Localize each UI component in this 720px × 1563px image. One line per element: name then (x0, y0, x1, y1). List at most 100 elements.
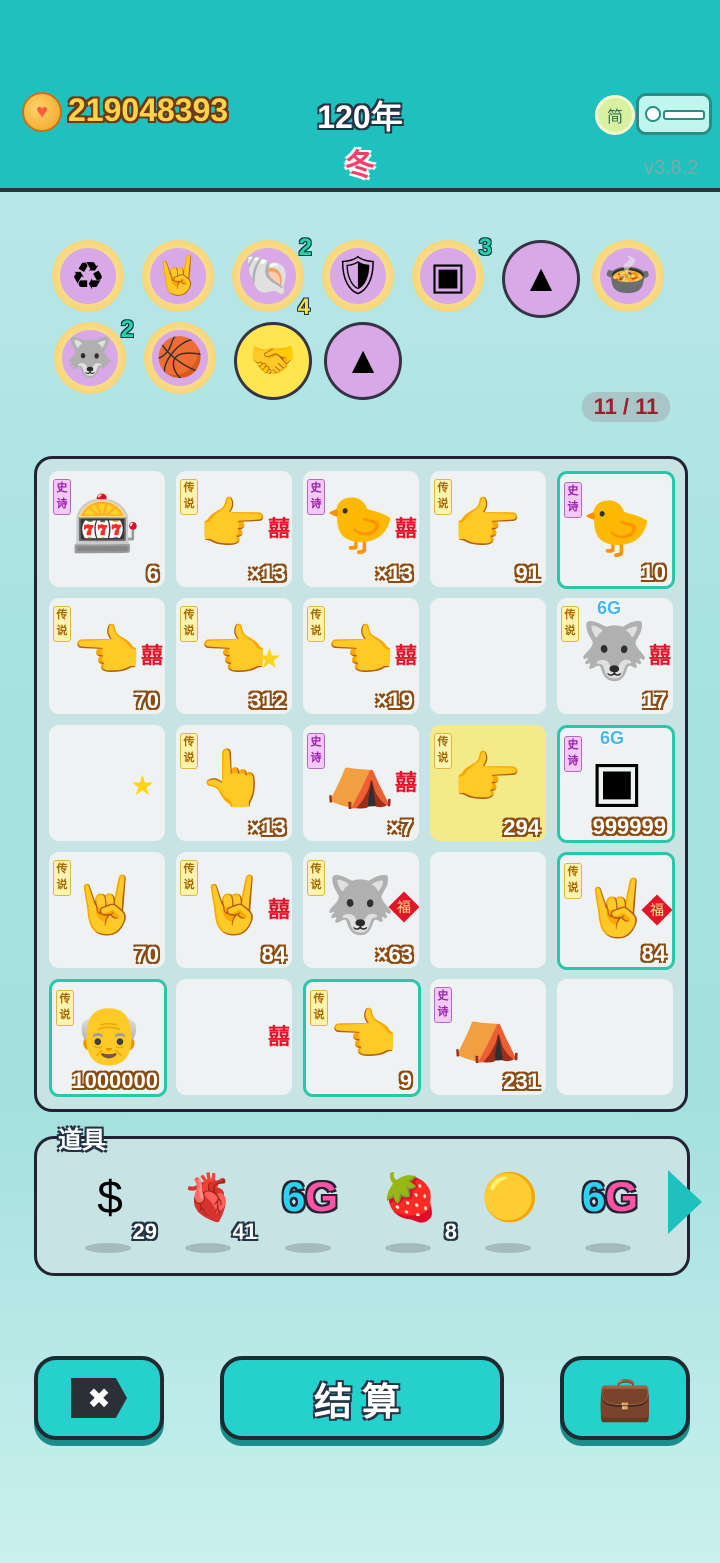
bunny-tent-icon: ⛺ (325, 746, 395, 809)
badge-recycle-icon[interactable]: ♻ (52, 240, 124, 312)
heart-coin-icon: ♥ (22, 92, 62, 132)
item-quantity: 41 (232, 1219, 257, 1244)
double-happiness-mark: 囍 (267, 516, 290, 541)
cell-value: 70 (134, 688, 159, 713)
language-button[interactable]: 简 (595, 95, 635, 135)
bald-man-icon: 👴 (74, 1003, 144, 1066)
rarity-tag: 传说 (180, 860, 198, 896)
6g-g: G (605, 1173, 639, 1220)
cell-value: 84 (641, 941, 666, 966)
basketballs-icon: 🏀 (152, 330, 208, 386)
board-cell[interactable]: 传说 👉 294 (430, 725, 546, 841)
cell-value: 10 (641, 560, 666, 585)
pointing-hand-icon: 👈 (328, 1003, 398, 1066)
items-panel: $29 🫀 41 6G 🍓 8 🟡 6G (34, 1136, 690, 1276)
liver-icon: 🫀 (181, 1171, 239, 1223)
badge-shield-wrench-icon[interactable]: 🛡 (322, 240, 394, 312)
badge-husky-icon[interactable]: 🐺 2 (54, 316, 134, 394)
bowls-icon: 🍲 (600, 248, 656, 304)
badge-bowls-icon[interactable]: 🍲 (592, 240, 664, 312)
rarity-tag: 传说 (180, 479, 198, 515)
settings-toggle[interactable] (636, 93, 712, 135)
item-slot[interactable]: $29 (73, 1167, 157, 1253)
item-quantity: 29 (132, 1219, 157, 1244)
pointing-hand-icon: 👈 (325, 619, 395, 682)
badge-shell-icon[interactable]: 🐚 2 4 (232, 234, 312, 319)
board-cell[interactable]: 传说 👈 囍 ×19 (303, 598, 419, 714)
badge-handshake-icon[interactable]: 🤝 (234, 322, 312, 400)
pointing-hand-icon: 👉 (452, 492, 522, 555)
item-slot[interactable]: 6G (273, 1167, 347, 1253)
board-cell[interactable]: 传说 👆 ×13 (176, 725, 292, 841)
6g-six: 6 (281, 1173, 306, 1220)
board-cell[interactable]: 传说 🤘 70 (49, 852, 165, 968)
board-cell[interactable]: 传说 👉 囍 ×13 (176, 471, 292, 587)
board-cell[interactable]: 传说 🤘 囍 84 (176, 852, 292, 968)
item-shadow (385, 1243, 431, 1253)
pointing-hand-icon: 👆 (198, 746, 268, 809)
cell-value: 91 (515, 561, 540, 586)
6g-icon: 6G (273, 1167, 347, 1227)
skirt-icon-2: ▲ (344, 339, 382, 382)
items-label: 道具 (58, 1127, 106, 1154)
item-slot[interactable]: 🫀 41 (173, 1167, 257, 1253)
board-cell[interactable]: 史诗 ⛺ 囍 ×7 (303, 725, 419, 841)
board-cell[interactable]: 传说 👉 91 (430, 471, 546, 587)
item-slot[interactable]: 🟡 (473, 1167, 547, 1253)
briefcase-icon: 💼 (597, 1374, 653, 1423)
cell-value: 9 (399, 1068, 412, 1093)
board-cell[interactable]: 传说 🤘 福 84 (557, 852, 675, 970)
grey-hair-chick-icon: 🐤 (582, 495, 652, 558)
bunny-tent-icon: ⛺ (452, 1000, 522, 1063)
board-cell[interactable]: 囍 (176, 979, 292, 1095)
gacha-machine-icon: 🎰 (71, 492, 141, 555)
bag-button[interactable]: 💼 (560, 1356, 690, 1440)
badge-skirt-icon-2[interactable]: ▲ (324, 322, 402, 400)
double-happiness-mark: 囍 (140, 643, 163, 668)
double-happiness-mark: 囍 (394, 643, 417, 668)
badge-skirt-icon[interactable]: ▲ (502, 240, 580, 318)
board-cell[interactable]: 传说 👴 1000000 (49, 979, 167, 1097)
pointing-hand-icon: 👉 (198, 492, 268, 555)
rarity-tag: 传说 (434, 479, 452, 515)
item-slot[interactable]: 6G (573, 1167, 647, 1253)
board-cell[interactable]: 传说 👈 囍 70 (49, 598, 165, 714)
next-arrow-icon[interactable] (668, 1170, 702, 1234)
board-cell[interactable]: 史诗 🎰 6 (49, 471, 165, 587)
badge-count: 3 (478, 234, 492, 261)
6g-g: G (305, 1173, 339, 1220)
rarity-tag: 史诗 (564, 482, 582, 518)
board-cell[interactable] (430, 852, 546, 968)
rarity-tag: 史诗 (564, 736, 582, 772)
cell-value: ×19 (375, 688, 413, 713)
badge-chip-icon[interactable]: ▣ 3 (412, 234, 492, 312)
board-cell[interactable]: 史诗 ⛺ 231 (430, 979, 546, 1095)
pointing-hand-icon: 👉 (452, 746, 522, 809)
double-happiness-mark: 囍 (648, 643, 671, 668)
board-cell[interactable]: 传说 6G 🐺 囍 17 (557, 598, 673, 714)
fu-text: 福 (650, 902, 664, 918)
close-button[interactable]: ✖ (34, 1356, 164, 1440)
cell-value: ×63 (375, 942, 413, 967)
cell-value: 999999 (592, 814, 666, 839)
board-cell[interactable] (557, 979, 673, 1095)
board-cell[interactable]: ★ (49, 725, 165, 841)
badge-rock-hand-icon[interactable]: 🤘 (142, 240, 214, 312)
board-cell[interactable]: 史诗 🐤 10 (557, 471, 675, 589)
item-shadow (485, 1243, 531, 1253)
rarity-tag: 传说 (307, 606, 325, 642)
board-cell[interactable]: 史诗 6G ▣ 999999 (557, 725, 675, 843)
cell-value: 17 (642, 688, 667, 713)
board-cell[interactable]: 传说 👈 ★ 312 (176, 598, 292, 714)
settle-button[interactable]: 结算 (220, 1356, 504, 1440)
board-cell[interactable]: 传说 🐺 福 ×63 (303, 852, 419, 968)
board-cell[interactable] (430, 598, 546, 714)
board-cell[interactable]: 史诗 🐤 囍 ×13 (303, 471, 419, 587)
item-slot[interactable]: 🍓 8 (373, 1167, 457, 1253)
badge-basketballs-icon[interactable]: 🏀 (144, 322, 216, 394)
item-shadow (585, 1243, 631, 1253)
chip-icon: ▣ (420, 248, 476, 304)
rarity-tag: 传说 (180, 606, 198, 642)
board-cell[interactable]: 传说 👈 9 (303, 979, 421, 1097)
rock-hand-icon: 🤘 (150, 248, 206, 304)
